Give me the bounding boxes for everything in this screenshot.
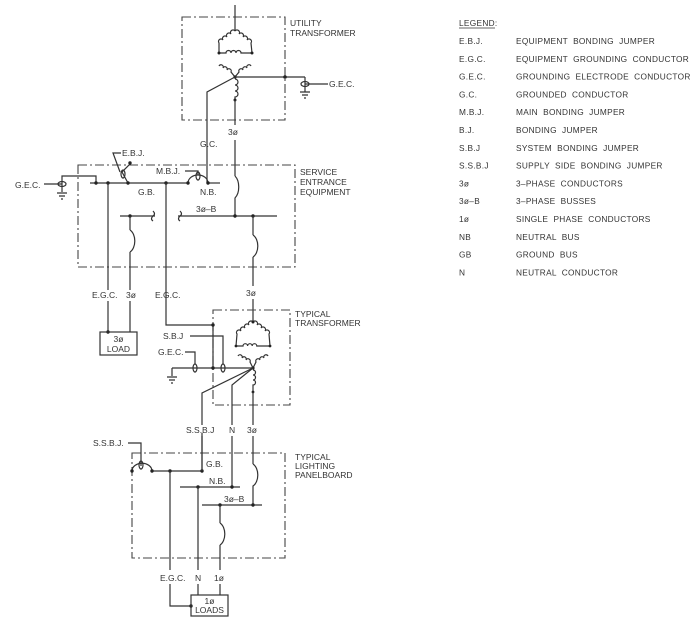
bus-label: 3ø–B — [224, 494, 245, 504]
loads-label: LOADS — [195, 605, 224, 615]
mbj-label: M.B.J. — [156, 166, 180, 176]
panelboard-label: PANELBOARD — [295, 470, 352, 480]
legend-abbr: N — [459, 267, 465, 277]
ground-icon — [167, 376, 177, 384]
load-label: LOAD — [107, 344, 130, 354]
legend-abbr: 1ø — [459, 214, 469, 224]
nb-label: N.B. — [200, 187, 217, 197]
three-phase-load-box: 3ø LOAD — [99, 331, 138, 356]
three-phase-label: 3ø — [247, 425, 257, 435]
gec-label: G.E.C. — [15, 180, 41, 190]
utility-transformer-label: TRANSFORMER — [290, 28, 356, 38]
legend-description: 3–PHASE BUSSES — [516, 196, 596, 206]
typical-transformer-label: TRANSFORMER — [295, 318, 361, 328]
delta-primary-coil-icon — [234, 320, 272, 348]
wye-secondary-coil-icon — [237, 354, 269, 394]
nb-label: N.B. — [209, 476, 226, 486]
legend-description: GROUND BUS — [516, 250, 578, 260]
legend: LEGEND: E.B.J. EQUIPMENT BONDING JUMPER E.… — [459, 18, 691, 277]
service-label: ENTRANCE — [300, 177, 347, 187]
typical-transformer: E.G.C. 3ø TYPICAL TRANSFORMER S.B.J G.E.… — [155, 288, 361, 435]
legend-description: EQUIPMENT BONDING JUMPER — [516, 36, 655, 46]
gb-label: G.B. — [138, 187, 155, 197]
legend-description: NEUTRAL BUS — [516, 232, 580, 242]
legend-abbr: 3ø — [459, 178, 469, 188]
gb-label: G.B. — [206, 459, 223, 469]
ground-icon — [300, 91, 310, 99]
bus-label: 3ø–B — [196, 204, 217, 214]
legend-description: EQUIPMENT GROUNDING CONDUCTOR — [516, 54, 689, 64]
transformer-breaker — [252, 234, 259, 258]
service-label: SERVICE — [300, 167, 337, 177]
legend-description: MAIN BONDING JUMPER — [516, 107, 625, 117]
sbj-label: S.B.J — [163, 331, 183, 341]
n-label: N — [229, 425, 235, 435]
legend-abbr: NB — [459, 232, 471, 242]
utility-transformer-label: UTILITY — [290, 18, 322, 28]
legend-description: SUPPLY SIDE BONDING JUMPER — [516, 161, 663, 171]
legend-title: LEGEND: — [459, 18, 498, 28]
n-label: N — [195, 573, 201, 583]
panel-main-breaker — [252, 463, 259, 505]
legend-description: 3–PHASE CONDUCTORS — [516, 178, 623, 188]
egc-label: E.G.C. — [155, 290, 181, 300]
legend-abbr: S.B.J — [459, 143, 480, 153]
legend-description: NEUTRAL CONDUCTOR — [516, 267, 618, 277]
egc-label: E.G.C. — [160, 573, 186, 583]
legend-abbr: E.B.J. — [459, 36, 483, 46]
main-bonding-jumper — [187, 174, 209, 184]
three-phase-label: 3ø — [228, 127, 238, 137]
legend-abbr: G.C. — [459, 89, 477, 99]
delta-primary-coil-icon — [217, 29, 254, 55]
legend-abbr: E.G.C. — [459, 54, 486, 64]
main-breaker — [234, 175, 240, 216]
ground-icon — [57, 192, 67, 200]
utility-transformer-enclosure — [181, 16, 286, 121]
legend-description: GROUNDING ELECTRODE CONDUCTOR — [516, 72, 691, 82]
branch-breaker — [219, 522, 226, 546]
load-breaker — [129, 229, 136, 253]
egc-label: E.G.C. — [92, 290, 118, 300]
load-label: 3ø — [114, 334, 124, 344]
legend-abbr: M.B.J. — [459, 107, 484, 117]
service-label: EQUIPMENT — [300, 187, 351, 197]
legend-abbr: GB — [459, 250, 472, 260]
gec-label: G.E.C. — [158, 347, 184, 357]
three-phase-label: 3ø — [246, 288, 256, 298]
legend-description: BONDING JUMPER — [516, 125, 598, 135]
legend-description: SINGLE PHASE CONDUCTORS — [516, 214, 651, 224]
legend-abbr: G.E.C. — [459, 72, 486, 82]
utility-transformer: UTILITY TRANSFORMER G.E.C. G.C. 3ø — [181, 5, 356, 183]
ssbj-label: S.S.B.J — [186, 425, 214, 435]
legend-abbr: 3ø–B — [459, 196, 480, 206]
gec-label: G.E.C. — [329, 79, 355, 89]
ssbj-label: S.S.B.J. — [93, 438, 124, 448]
legend-description: GROUNDED CONDUCTOR — [516, 89, 629, 99]
service-entrance-equipment: SERVICE ENTRANCE EQUIPMENT G.E.C. M.B.J.… — [15, 148, 351, 290]
legend-description: SYSTEM BONDING JUMPER — [516, 143, 639, 153]
typical-transformer-enclosure — [212, 309, 291, 406]
one-phase-label: 1ø — [214, 573, 224, 583]
three-phase-label: 3ø — [126, 290, 136, 300]
legend-abbr: S.S.B.J — [459, 161, 489, 171]
lighting-panelboard: TYPICAL LIGHTING PANELBOARD S.S.B.J. G.B… — [93, 433, 352, 570]
legend-abbr: B.J. — [459, 125, 475, 135]
single-phase-loads-box: 1ø LOADS — [190, 594, 229, 617]
gc-label: G.C. — [200, 139, 217, 149]
grounding-bonding-diagram: UTILITY TRANSFORMER G.E.C. G.C. 3ø SERVI… — [15, 5, 691, 617]
ebj-label: E.B.J. — [122, 148, 145, 158]
